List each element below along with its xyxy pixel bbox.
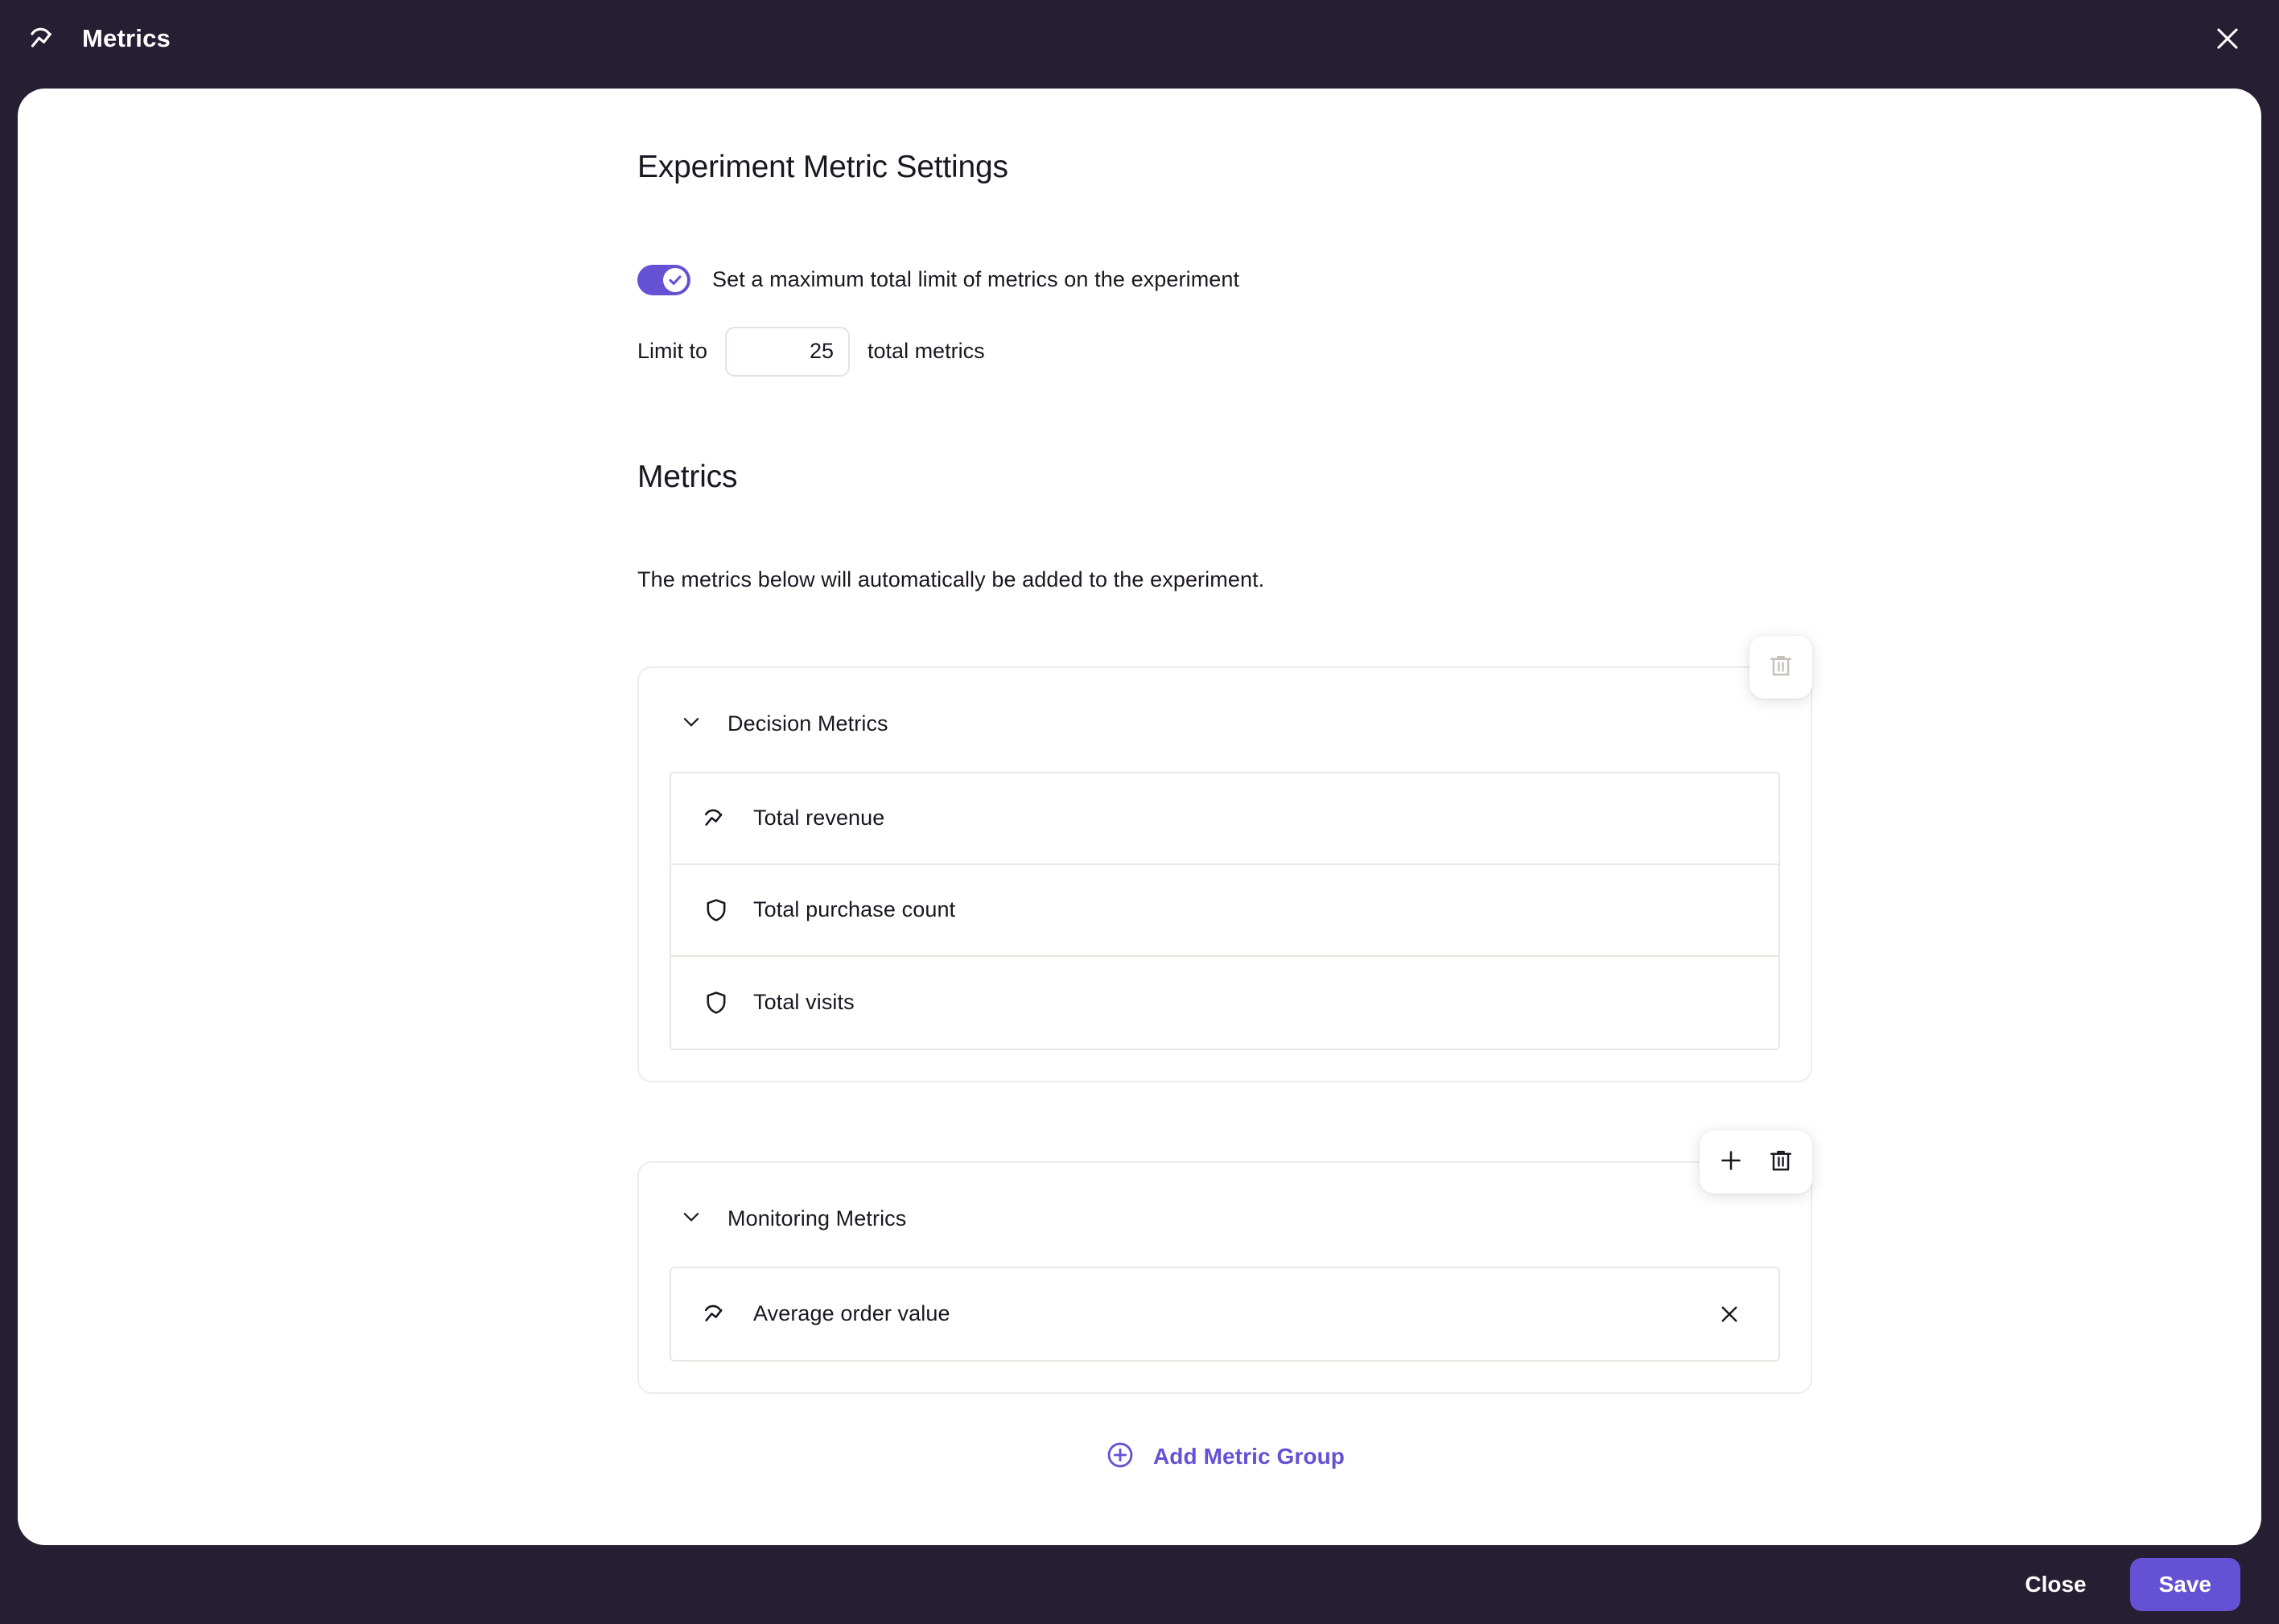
metric-group: Monitoring Metrics Average o (637, 1161, 1812, 1394)
add-metric-group-button[interactable]: Add Metric Group (637, 1440, 1812, 1474)
metric-group-toolbar (1700, 1131, 1812, 1193)
modal-footer: Close Save (0, 1545, 2279, 1624)
metrics-trend-icon (26, 20, 63, 57)
metric-group-card: Decision Metrics Total reve (637, 666, 1812, 1082)
metrics-modal: Metrics Experiment Metric Settings (0, 0, 2279, 1624)
limit-input[interactable] (725, 327, 850, 377)
max-limit-toggle-row: Set a maximum total limit of metrics on … (637, 265, 1812, 295)
metric-row[interactable]: Total revenue (671, 773, 1778, 865)
modal-body-panel: Experiment Metric Settings Set a maximum… (18, 89, 2261, 1545)
delete-group-button[interactable] (1756, 642, 1806, 692)
chevron-down-icon (679, 1205, 703, 1233)
metric-label: Total visits (753, 990, 855, 1015)
shield-icon (702, 988, 731, 1017)
metric-group-name: Monitoring Metrics (727, 1206, 906, 1231)
modal-header: Metrics (0, 0, 2279, 77)
plus-circle-icon (1105, 1440, 1135, 1474)
settings-content: Experiment Metric Settings Set a maximum… (637, 149, 1812, 1474)
metric-label: Total purchase count (753, 897, 955, 922)
add-metric-group-label: Add Metric Group (1153, 1444, 1345, 1469)
metrics-heading: Metrics (637, 460, 1812, 495)
trash-icon (1767, 1147, 1795, 1177)
close-icon[interactable] (2205, 16, 2250, 61)
plus-icon (1717, 1147, 1745, 1177)
metric-label: Average order value (753, 1301, 950, 1326)
page-title: Experiment Metric Settings (637, 149, 1812, 187)
metric-group-name: Decision Metrics (727, 711, 888, 736)
remove-metric-button[interactable] (1709, 1294, 1749, 1334)
metric-row[interactable]: Total visits (671, 957, 1778, 1049)
modal-header-left: Metrics (26, 20, 171, 57)
add-metric-button[interactable] (1706, 1137, 1756, 1187)
metric-row[interactable]: Total purchase count (671, 865, 1778, 957)
metric-row[interactable]: Average order value (671, 1268, 1778, 1360)
modal-title: Metrics (82, 24, 171, 53)
metrics-trend-icon (702, 804, 731, 833)
chevron-down-icon (679, 710, 703, 738)
shield-icon (702, 896, 731, 925)
trash-icon (1767, 652, 1795, 682)
max-limit-toggle-label: Set a maximum total limit of metrics on … (712, 267, 1239, 292)
max-limit-toggle[interactable] (637, 265, 690, 295)
metric-group-toolbar (1749, 636, 1812, 699)
close-button[interactable]: Close (2017, 1562, 2094, 1607)
metric-list: Average order value (670, 1267, 1780, 1362)
save-button[interactable]: Save (2130, 1558, 2240, 1611)
metric-group: Decision Metrics Total reve (637, 666, 1812, 1082)
toggle-knob (663, 268, 687, 292)
metric-list: Total revenue Total purchase count (670, 772, 1780, 1050)
metric-group-card: Monitoring Metrics Average o (637, 1161, 1812, 1394)
metric-group-header[interactable]: Decision Metrics (670, 710, 1780, 738)
metrics-trend-icon (702, 1300, 731, 1329)
metrics-description: The metrics below will automatically be … (637, 567, 1812, 592)
limit-suffix-label: total metrics (868, 339, 985, 364)
metric-group-header[interactable]: Monitoring Metrics (670, 1205, 1780, 1233)
metric-label: Total revenue (753, 806, 884, 831)
limit-prefix-label: Limit to (637, 339, 707, 364)
modal-body-inner: Experiment Metric Settings Set a maximum… (18, 89, 2261, 1545)
limit-row: Limit to total metrics (637, 327, 1812, 377)
delete-group-button[interactable] (1756, 1137, 1806, 1187)
